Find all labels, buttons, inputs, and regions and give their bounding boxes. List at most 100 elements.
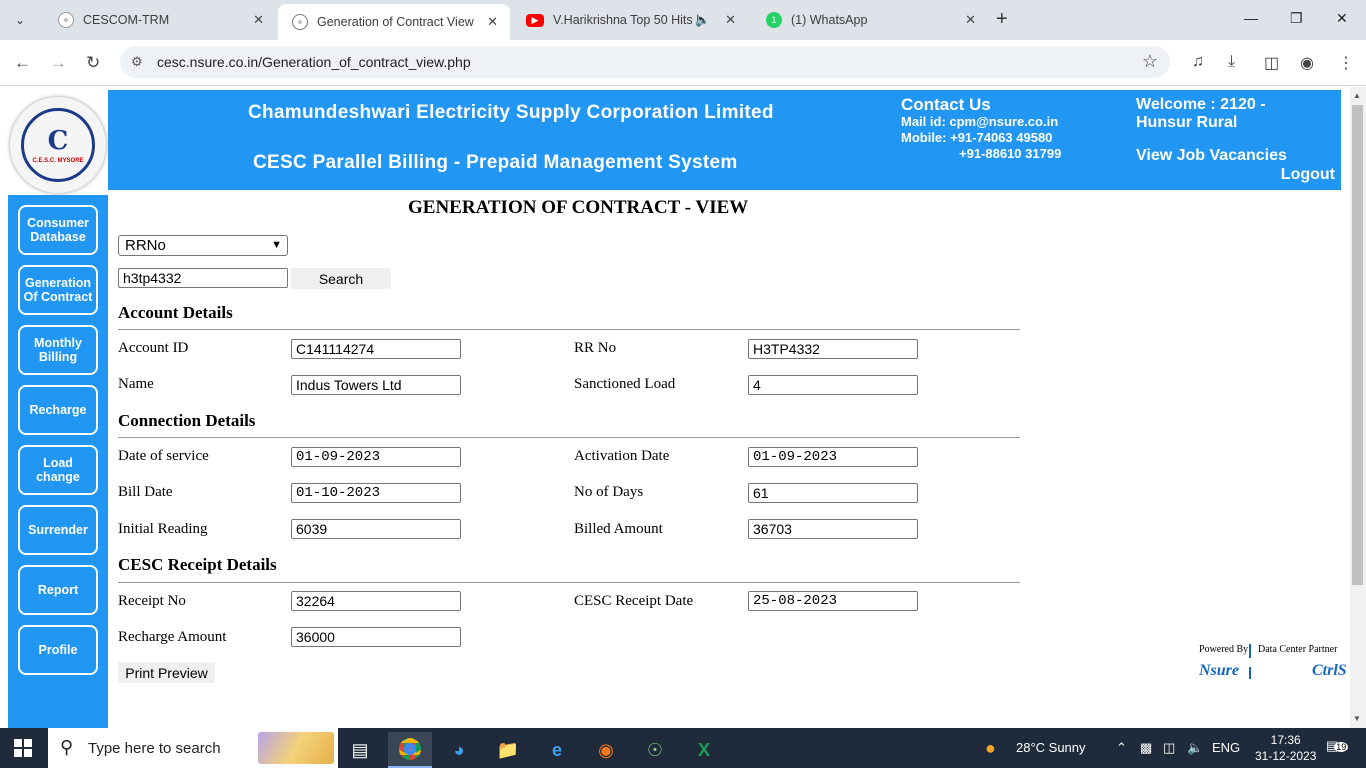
close-icon[interactable]: ✕: [965, 12, 976, 28]
tab-title: V.Harikrishna Top 50 Hits | M: [553, 13, 703, 27]
restore-icon[interactable]: ❐: [1290, 10, 1303, 27]
globe-app-icon[interactable]: ☉: [633, 732, 677, 768]
welcome-division: Hunsur Rural: [1136, 114, 1238, 131]
side-panel-icon[interactable]: ◫: [1264, 53, 1279, 73]
tab-whatsapp[interactable]: 1 (1) WhatsApp ✕: [752, 4, 988, 36]
media-control-icon[interactable]: ♫: [1192, 53, 1204, 71]
bill-date-field[interactable]: 01-10-2023: [291, 483, 461, 503]
recharge-amount-label: Recharge Amount: [118, 629, 227, 645]
edge-icon[interactable]: ◕: [437, 732, 481, 768]
rr-no-field[interactable]: H3TP4332: [748, 339, 918, 359]
search-button[interactable]: Search: [291, 268, 391, 289]
back-arrow-icon[interactable]: ←: [14, 53, 31, 73]
file-explorer-icon[interactable]: 📁: [486, 732, 530, 768]
tab-search-chevron-icon[interactable]: ⌄: [8, 8, 32, 32]
sanctioned-load-field[interactable]: 4: [748, 375, 918, 395]
sidebar-item-monthly-billing[interactable]: Monthly Billing: [18, 325, 98, 375]
scroll-up-icon[interactable]: ▲: [1353, 91, 1361, 100]
speaker-icon[interactable]: 🔈: [695, 13, 710, 27]
company-name: Chamundeshwari Electricity Supply Corpor…: [248, 102, 774, 123]
tab-youtube[interactable]: ▶ V.Harikrishna Top 50 Hits | M 🔈 ✕: [512, 4, 748, 36]
chrome-icon[interactable]: [388, 732, 432, 768]
date-of-service-field[interactable]: 01-09-2023: [291, 447, 461, 467]
volume-icon[interactable]: 🔈: [1187, 740, 1203, 756]
name-field[interactable]: Indus Towers Ltd: [291, 375, 461, 395]
close-icon[interactable]: ✕: [253, 12, 264, 28]
mobile-1: Mobile: +91-74063 49580: [901, 130, 1053, 145]
profile-avatar-icon[interactable]: ◉: [1300, 53, 1314, 73]
activation-date-field[interactable]: 01-09-2023: [748, 447, 918, 467]
system-name: CESC Parallel Billing - Prepaid Manageme…: [253, 152, 738, 173]
new-tab-plus-icon[interactable]: +: [996, 8, 1008, 31]
account-id-field[interactable]: C141114274: [291, 339, 461, 359]
sidebar: Consumer Database Generation Of Contract…: [8, 195, 108, 728]
search-input[interactable]: h3tp4332: [118, 268, 288, 288]
globe-icon: ⚬: [58, 12, 74, 28]
sidebar-item-recharge[interactable]: Recharge: [18, 385, 98, 435]
sidebar-item-load-change[interactable]: Load change: [18, 445, 98, 495]
tab-title: Generation of Contract View: [317, 15, 474, 29]
sidebar-item-generation-of-contract[interactable]: Generation Of Contract: [18, 265, 98, 315]
divider-bar: [1249, 667, 1251, 679]
search-type-select[interactable]: RRNo ▼: [118, 235, 288, 256]
name-label: Name: [118, 376, 154, 392]
weather-text[interactable]: 28°C Sunny: [1016, 740, 1086, 755]
chevron-down-icon: ▼: [271, 239, 282, 251]
ctrls-logo: CtrlS: [1312, 662, 1347, 679]
network-icon[interactable]: ▩: [1140, 740, 1152, 756]
sanctioned-load-label: Sanctioned Load: [574, 376, 676, 392]
whatsapp-icon: 1: [766, 12, 782, 28]
firefox-icon[interactable]: ◉: [584, 732, 628, 768]
window-close-icon[interactable]: ✕: [1336, 10, 1348, 27]
account-id-label: Account ID: [118, 340, 189, 356]
scroll-down-icon[interactable]: ▼: [1353, 714, 1361, 723]
excel-icon[interactable]: X: [682, 732, 726, 768]
logout-link[interactable]: Logout: [1281, 166, 1335, 184]
download-icon[interactable]: ⤓: [1228, 53, 1235, 71]
scroll-thumb[interactable]: [1352, 105, 1363, 585]
sidebar-item-profile[interactable]: Profile: [18, 625, 98, 675]
print-preview-button[interactable]: Print Preview: [118, 662, 215, 683]
divider-bar: [1249, 644, 1251, 658]
reload-icon[interactable]: ↻: [86, 53, 100, 73]
taskbar-search[interactable]: ⚲ Type here to search: [48, 728, 338, 768]
tray-chevron-up-icon[interactable]: ⌃: [1116, 740, 1127, 756]
page-scrollbar[interactable]: ▲ ▼: [1350, 87, 1366, 728]
close-icon[interactable]: ✕: [725, 12, 736, 28]
no-of-days-field[interactable]: 61: [748, 483, 918, 503]
browser-toolbar: ← → ↻ ⚙ cesc.nsure.co.in/Generation_of_c…: [0, 40, 1366, 86]
url-text: cesc.nsure.co.in/Generation_of_contract_…: [157, 54, 471, 70]
recharge-amount-field[interactable]: 36000: [291, 627, 461, 647]
minimize-icon[interactable]: —: [1244, 10, 1258, 26]
sidebar-item-report[interactable]: Report: [18, 565, 98, 615]
windows-start-icon[interactable]: [14, 739, 32, 757]
close-icon[interactable]: ✕: [487, 14, 498, 30]
weather-sun-icon[interactable]: ●: [985, 738, 996, 759]
task-view-icon[interactable]: ▤: [338, 732, 382, 768]
search-highlight-image: [258, 732, 334, 764]
page-header: Chamundeshwari Electricity Supply Corpor…: [108, 90, 1341, 190]
tab-generation-of-contract[interactable]: ⚬ Generation of Contract View ✕: [278, 4, 510, 40]
receipt-no-field[interactable]: 32264: [291, 591, 461, 611]
initial-reading-field[interactable]: 6039: [291, 519, 461, 539]
site-info-icon[interactable]: ⚙: [131, 54, 143, 70]
receipt-date-field[interactable]: 25-08-2023: [748, 591, 918, 611]
job-vacancies-link[interactable]: View Job Vacancies: [1136, 147, 1287, 165]
menu-dots-icon[interactable]: ⋮: [1338, 53, 1354, 73]
sidebar-item-consumer-database[interactable]: Consumer Database: [18, 205, 98, 255]
language-indicator[interactable]: ENG: [1212, 740, 1240, 755]
system-clock[interactable]: 17:36 31-12-2023: [1255, 732, 1316, 764]
bookmark-star-icon[interactable]: ☆: [1142, 51, 1158, 72]
tab-cescom-trm[interactable]: ⚬ CESCOM-TRM ✕: [44, 4, 276, 36]
notification-icon[interactable]: ▤19: [1326, 738, 1349, 754]
billed-amount-field[interactable]: 36703: [748, 519, 918, 539]
address-bar[interactable]: ⚙ cesc.nsure.co.in/Generation_of_contrac…: [120, 46, 1170, 78]
internet-explorer-icon[interactable]: e: [535, 732, 579, 768]
search-type-value: RRNo: [125, 237, 166, 254]
sidebar-item-surrender[interactable]: Surrender: [18, 505, 98, 555]
rr-no-label: RR No: [574, 340, 617, 356]
notification-count: 19: [1334, 742, 1349, 752]
youtube-icon: ▶: [526, 13, 544, 27]
forward-arrow-icon[interactable]: →: [50, 53, 67, 73]
wifi-icon[interactable]: ◫: [1163, 740, 1175, 756]
